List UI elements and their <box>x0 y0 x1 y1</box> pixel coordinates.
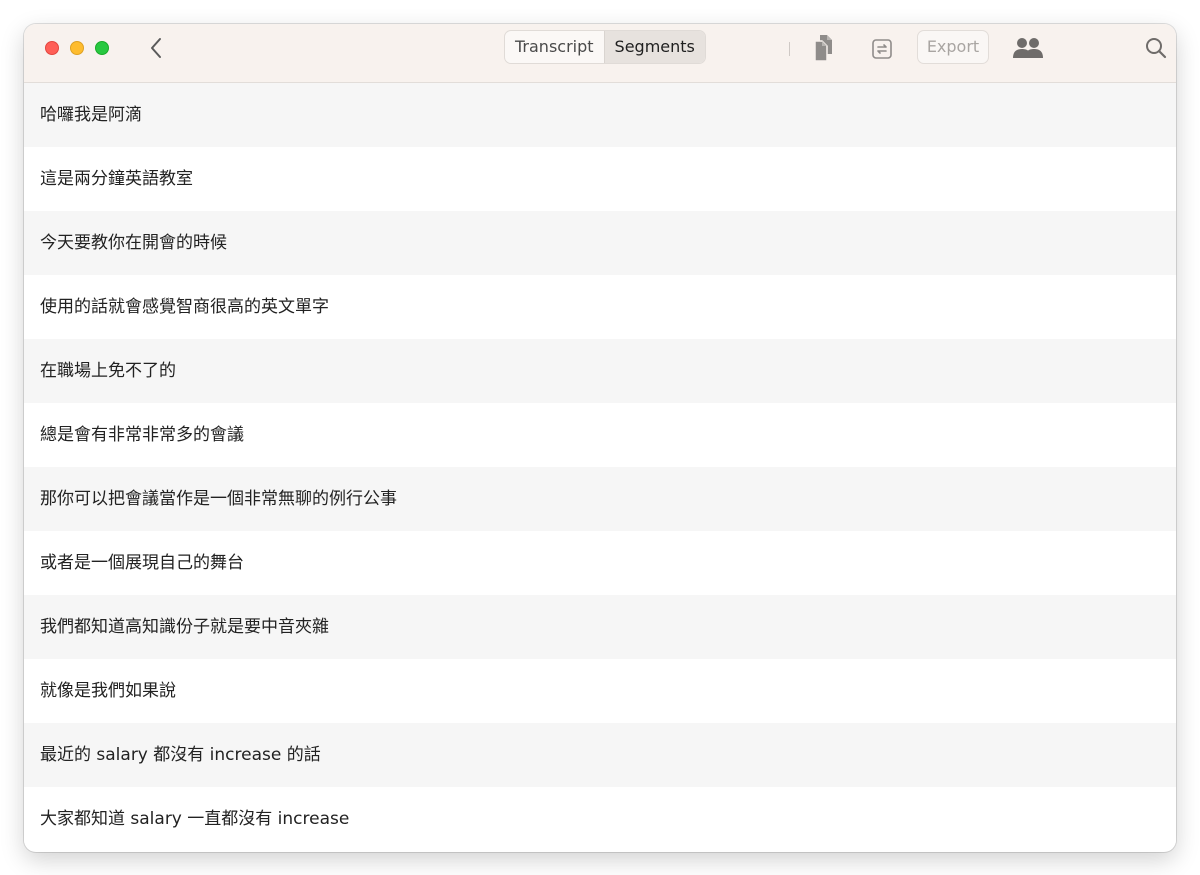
swap-box-icon <box>872 39 892 59</box>
convert-button[interactable] <box>870 37 894 61</box>
close-window-button[interactable] <box>45 41 59 55</box>
copy-documents-icon <box>814 35 832 62</box>
segment-row[interactable]: 總是會有非常非常多的會議 <box>24 403 1176 467</box>
toolbar-divider <box>789 42 790 56</box>
people-icon <box>1013 38 1043 58</box>
segment-row[interactable]: 我們都知道高知識份子就是要中音夾雜 <box>24 595 1176 659</box>
speakers-button[interactable] <box>1010 34 1046 62</box>
segment-row[interactable]: 或者是一個展現自己的舞台 <box>24 531 1176 595</box>
segment-row[interactable]: 今天要教你在開會的時候 <box>24 211 1176 275</box>
segment-row[interactable]: 最近的 salary 都沒有 increase 的話 <box>24 723 1176 787</box>
segment-row[interactable]: 那你可以把會議當作是一個非常無聊的例行公事 <box>24 467 1176 531</box>
zoom-window-button[interactable] <box>95 41 109 55</box>
minimize-window-button[interactable] <box>70 41 84 55</box>
segment-row[interactable]: 在職場上免不了的 <box>24 339 1176 403</box>
tab-transcript[interactable]: Transcript <box>505 31 604 63</box>
segment-row[interactable]: 哈囉我是阿滴 <box>24 83 1176 147</box>
view-mode-segmented-control: Transcript Segments <box>504 30 706 64</box>
segment-row[interactable]: 這是兩分鐘英語教室 <box>24 147 1176 211</box>
chevron-left-icon <box>151 38 161 58</box>
segment-row[interactable]: 使用的話就會感覺智商很高的英文單字 <box>24 275 1176 339</box>
export-button[interactable]: Export <box>917 30 989 64</box>
segment-row[interactable]: 就像是我們如果說 <box>24 659 1176 723</box>
toolbar: Transcript Segments Export <box>24 24 1176 83</box>
segment-list: 哈囉我是阿滴 這是兩分鐘英語教室 今天要教你在開會的時候 使用的話就會感覺智商很… <box>24 83 1176 852</box>
tab-segments[interactable]: Segments <box>603 31 705 63</box>
back-button[interactable] <box>144 36 168 60</box>
segment-row[interactable]: 大家都知道 salary 一直都沒有 increase <box>24 787 1176 851</box>
search-button[interactable] <box>1144 36 1168 60</box>
app-window: Transcript Segments Export 哈囉我是阿滴 這是兩分鐘英… <box>24 24 1176 852</box>
copy-button[interactable] <box>810 33 838 63</box>
search-icon <box>1146 38 1167 59</box>
